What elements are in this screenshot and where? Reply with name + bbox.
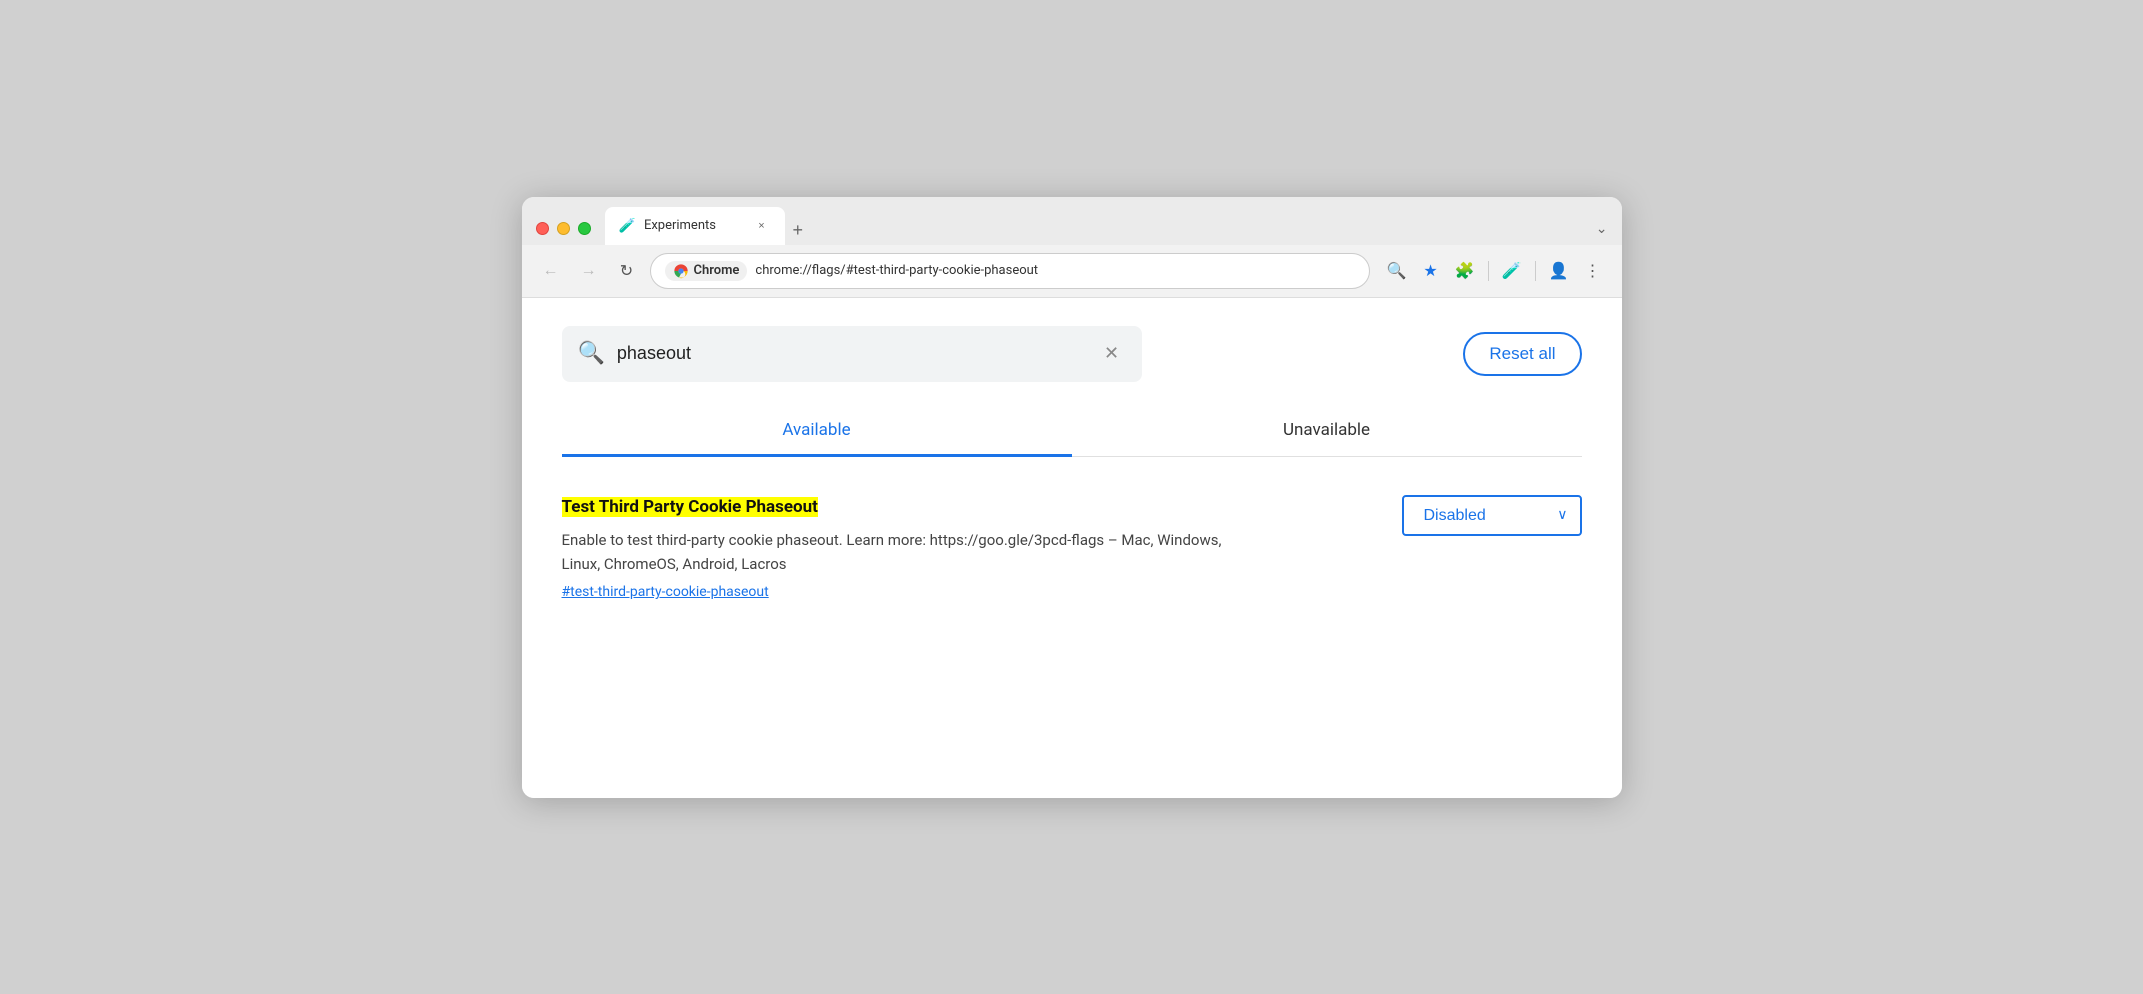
experiments-icon-button[interactable]: 🧪	[1497, 256, 1527, 286]
page-content: 🔍 ✕ Reset all Available Unavailable	[522, 298, 1622, 798]
tab-bar: 🧪 Experiments × + ⌄	[605, 207, 1608, 245]
tab-title: Experiments	[644, 218, 745, 233]
flag-anchor-link[interactable]: #test-third-party-cookie-phaseout	[562, 584, 769, 600]
account-icon: 👤	[1549, 261, 1569, 281]
reset-all-button[interactable]: Reset all	[1463, 332, 1581, 376]
site-name: Chrome	[694, 263, 740, 278]
tab-dropdown-button[interactable]: ⌄	[1596, 220, 1608, 237]
tab-icon: 🧪	[619, 218, 636, 234]
reload-button[interactable]: ↻	[612, 256, 642, 286]
tab-available[interactable]: Available	[562, 406, 1072, 457]
account-button[interactable]: 👤	[1544, 256, 1574, 286]
menu-icon: ⋮	[1585, 261, 1601, 281]
toolbar-divider-2	[1535, 261, 1536, 281]
clear-icon: ✕	[1104, 343, 1119, 364]
browser-window: 🧪 Experiments × + ⌄ ← → ↻	[522, 197, 1622, 798]
close-button[interactable]	[536, 222, 549, 235]
site-badge: Chrome	[665, 261, 748, 281]
experiments-icon: 🧪	[1502, 261, 1522, 281]
flag-select-wrapper: Default Disabled Enabled	[1402, 495, 1582, 536]
back-button[interactable]: ←	[536, 256, 566, 286]
toolbar-icons: 🔍 ★ 🧩 🧪 👤 ⋮	[1382, 256, 1608, 286]
flag-control: Default Disabled Enabled	[1402, 495, 1582, 536]
flag-select[interactable]: Default Disabled Enabled	[1402, 495, 1582, 536]
star-icon: ★	[1423, 261, 1437, 281]
toolbar-divider	[1488, 261, 1489, 281]
address-bar[interactable]: Chrome chrome://flags/#test-third-party-…	[650, 253, 1370, 289]
window-controls	[536, 222, 591, 235]
menu-button[interactable]: ⋮	[1578, 256, 1608, 286]
extension-icon: 🧩	[1455, 261, 1475, 281]
forward-icon: →	[581, 262, 597, 280]
title-bar: 🧪 Experiments × + ⌄	[522, 197, 1622, 245]
toolbar: ← → ↻ Chrome chrome://flags/#test-third-…	[522, 245, 1622, 298]
maximize-button[interactable]	[578, 222, 591, 235]
search-section: 🔍 ✕ Reset all	[562, 326, 1582, 382]
extensions-button[interactable]: 🧩	[1450, 256, 1480, 286]
search-icon: 🔍	[578, 341, 605, 366]
search-input[interactable]	[617, 343, 1086, 364]
minimize-button[interactable]	[557, 222, 570, 235]
forward-button[interactable]: →	[574, 256, 604, 286]
zoom-icon-button[interactable]: 🔍	[1382, 256, 1412, 286]
flag-info: Test Third Party Cookie Phaseout Enable …	[562, 495, 1362, 601]
chrome-logo-icon	[673, 263, 689, 279]
zoom-icon: 🔍	[1387, 261, 1407, 281]
tab-unavailable[interactable]: Unavailable	[1072, 406, 1582, 457]
flags-list: Test Third Party Cookie Phaseout Enable …	[562, 457, 1582, 621]
search-bar: 🔍 ✕	[562, 326, 1142, 382]
bookmark-button[interactable]: ★	[1416, 256, 1446, 286]
search-clear-button[interactable]: ✕	[1098, 340, 1126, 368]
new-tab-button[interactable]: +	[785, 221, 812, 239]
tab-close-button[interactable]: ×	[753, 217, 771, 235]
back-icon: ←	[543, 262, 559, 280]
active-tab[interactable]: 🧪 Experiments ×	[605, 207, 785, 245]
flag-description: Enable to test third-party cookie phaseo…	[562, 528, 1262, 576]
url-text: chrome://flags/#test-third-party-cookie-…	[755, 263, 1354, 278]
flag-item: Test Third Party Cookie Phaseout Enable …	[562, 485, 1582, 621]
flag-title: Test Third Party Cookie Phaseout	[562, 495, 1362, 521]
flags-tabs: Available Unavailable	[562, 406, 1582, 457]
reload-icon: ↻	[620, 261, 633, 281]
